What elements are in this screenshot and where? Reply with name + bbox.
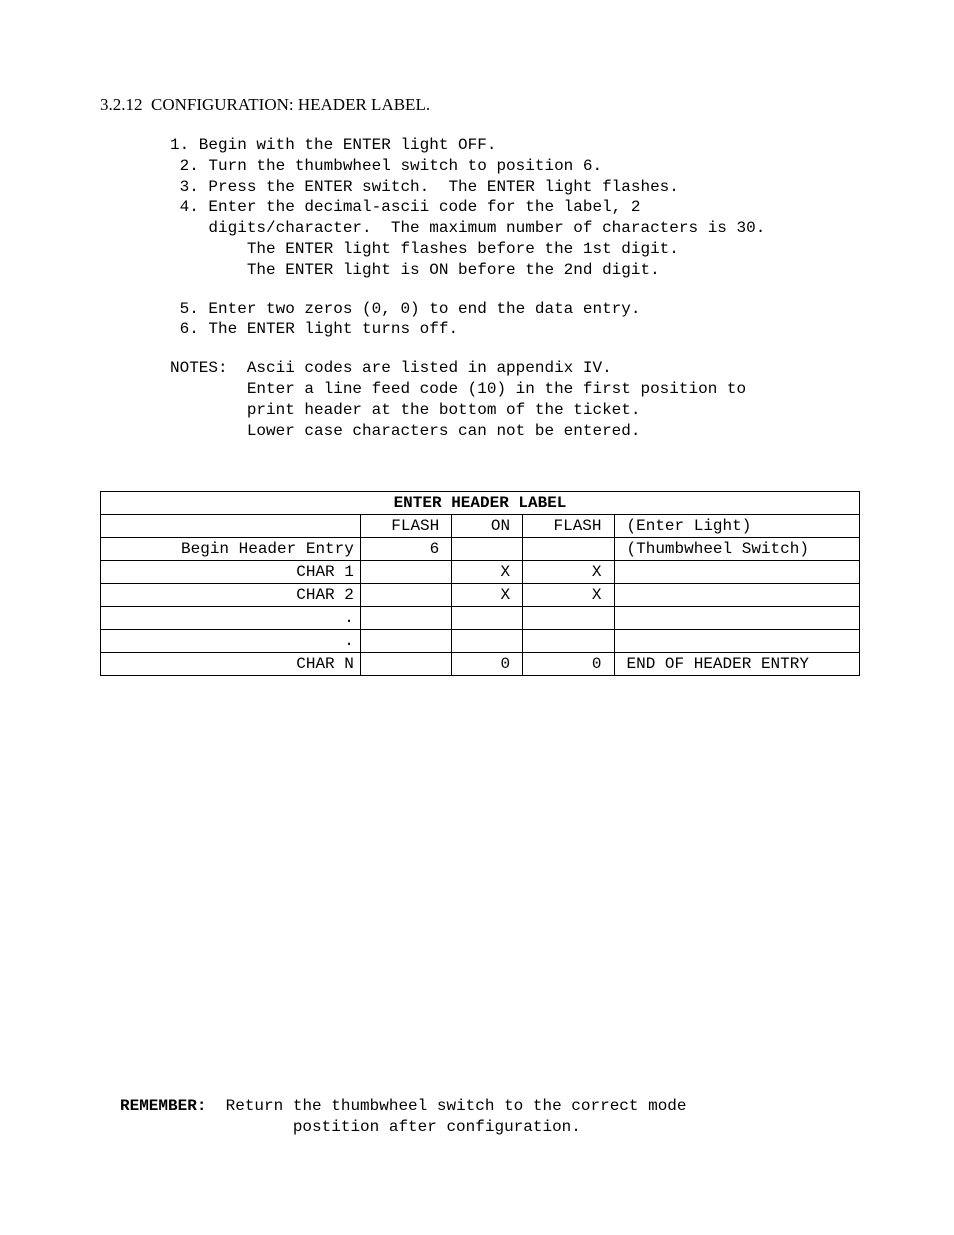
row-flash2: X <box>523 561 614 584</box>
row-flash <box>360 607 451 630</box>
row-flash2 <box>523 538 614 561</box>
table-row: . <box>101 630 860 653</box>
table-header-row: FLASH ON FLASH (Enter Light) <box>101 515 860 538</box>
table-row: CHAR 2 X X <box>101 584 860 607</box>
table-header-label <box>101 515 361 538</box>
row-flash2: 0 <box>523 653 614 676</box>
steps-block-2: 5. Enter two zeros (0, 0) to end the dat… <box>170 299 854 341</box>
section-number: 3.2.12 <box>100 95 143 114</box>
row-note <box>614 584 859 607</box>
table-row: CHAR 1 X X <box>101 561 860 584</box>
notes-block: NOTES: Ascii codes are listed in appendi… <box>170 358 854 441</box>
row-flash: 6 <box>360 538 451 561</box>
row-flash <box>360 630 451 653</box>
row-flash2 <box>523 630 614 653</box>
section-heading: 3.2.12 CONFIGURATION: HEADER LABEL. <box>100 95 854 115</box>
row-label: . <box>101 607 361 630</box>
table-header-flash: FLASH <box>360 515 451 538</box>
row-on: 0 <box>452 653 523 676</box>
table-row: CHAR N 0 0 END OF HEADER ENTRY <box>101 653 860 676</box>
row-on <box>452 538 523 561</box>
header-label-table: ENTER HEADER LABEL FLASH ON FLASH (Enter… <box>100 491 860 676</box>
row-note: (Thumbwheel Switch) <box>614 538 859 561</box>
row-label: . <box>101 630 361 653</box>
row-note <box>614 561 859 584</box>
row-on: X <box>452 584 523 607</box>
row-on <box>452 607 523 630</box>
table-header-on: ON <box>452 515 523 538</box>
row-flash2 <box>523 607 614 630</box>
row-flash <box>360 584 451 607</box>
row-label: CHAR N <box>101 653 361 676</box>
row-note <box>614 607 859 630</box>
row-flash2: X <box>523 584 614 607</box>
table-header-flash2: FLASH <box>523 515 614 538</box>
table-title: ENTER HEADER LABEL <box>101 492 860 515</box>
row-label: CHAR 2 <box>101 584 361 607</box>
row-flash <box>360 653 451 676</box>
table-row: Begin Header Entry 6 (Thumbwheel Switch) <box>101 538 860 561</box>
table-row: . <box>101 607 860 630</box>
row-flash <box>360 561 451 584</box>
row-note <box>614 630 859 653</box>
row-on <box>452 630 523 653</box>
remember-label: REMEMBER: <box>120 1097 206 1115</box>
row-on: X <box>452 561 523 584</box>
remember-block: REMEMBER: Return the thumbwheel switch t… <box>120 1096 854 1138</box>
row-note: END OF HEADER ENTRY <box>614 653 859 676</box>
table-header-note: (Enter Light) <box>614 515 859 538</box>
row-label: CHAR 1 <box>101 561 361 584</box>
row-label: Begin Header Entry <box>101 538 361 561</box>
table-title-row: ENTER HEADER LABEL <box>101 492 860 515</box>
section-title: CONFIGURATION: HEADER LABEL. <box>151 95 430 114</box>
steps-block-1: 1. Begin with the ENTER light OFF. 2. Tu… <box>170 135 854 281</box>
